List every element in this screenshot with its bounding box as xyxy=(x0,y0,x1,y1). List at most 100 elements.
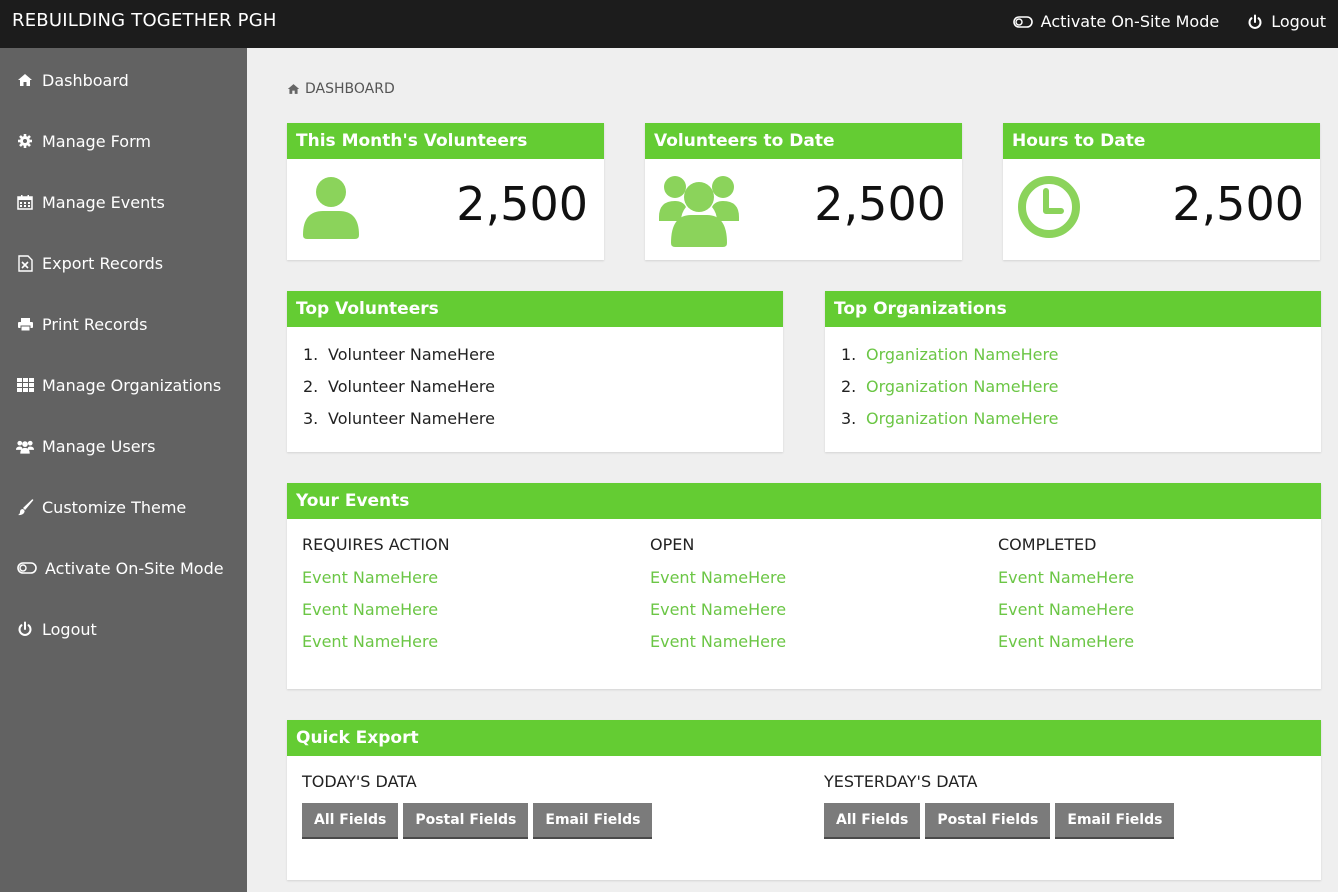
sidebar-item-customize-theme[interactable]: Customize Theme xyxy=(16,495,186,519)
sidebar-item-label: Manage Form xyxy=(42,131,151,151)
top-volunteers-list: 1. Volunteer NameHere 2. Volunteer NameHer… xyxy=(287,327,783,459)
list-item: 2. Organization NameHere xyxy=(841,377,1305,409)
list-item: 3. Volunteer NameHere xyxy=(303,409,767,441)
events-column-requires-action: REQUIRES ACTION Event NameHere Event Nam… xyxy=(302,535,632,664)
activate-onsite-mode-label: Activate On-Site Mode xyxy=(1040,12,1220,31)
event-link[interactable]: Event NameHere xyxy=(650,568,980,600)
top-actions: Activate On-Site Mode Logout xyxy=(1012,12,1326,31)
sidebar-item-label: Manage Organizations xyxy=(42,375,222,395)
power-icon xyxy=(16,620,34,638)
event-link[interactable]: Event NameHere xyxy=(650,632,980,664)
toggle-icon xyxy=(16,559,37,577)
calendar-icon xyxy=(16,193,34,211)
users-icon xyxy=(659,175,739,251)
your-events-card: Your Events REQUIRES ACTION Event NameHe… xyxy=(287,483,1321,689)
group-title: TODAY'S DATA xyxy=(302,772,417,791)
top-volunteers-card: Top Volunteers 1. Volunteer NameHere 2. Vo… xyxy=(287,291,783,452)
home-icon xyxy=(16,71,34,89)
group-title: YESTERDAY'S DATA xyxy=(824,772,978,791)
list-item: 1. Organization NameHere xyxy=(841,345,1305,377)
breadcrumb-label: DASHBOARD xyxy=(305,81,395,97)
sidebar-item-label: Export Records xyxy=(42,253,164,273)
sidebar-item-manage-events[interactable]: Manage Events xyxy=(16,190,165,214)
sidebar: Dashboard Manage Form Manage Events Expo… xyxy=(0,48,247,892)
sidebar-item-activate-onsite-mode[interactable]: Activate On-Site Mode xyxy=(16,556,224,580)
print-icon xyxy=(16,315,34,333)
sidebar-item-manage-users[interactable]: Manage Users xyxy=(16,434,155,458)
today-postal-fields-button[interactable]: Postal Fields xyxy=(403,803,529,839)
top-organizations-card: Top Organizations 1. Organization NameHer… xyxy=(825,291,1321,452)
event-link[interactable]: Event NameHere xyxy=(302,568,632,600)
volunteer-name: Volunteer NameHere xyxy=(328,409,495,428)
stat-card-title: Volunteers to Date xyxy=(645,123,962,159)
today-email-fields-button[interactable]: Email Fields xyxy=(533,803,653,839)
event-link[interactable]: Event NameHere xyxy=(650,600,980,632)
events-column-open: OPEN Event NameHere Event NameHere Event… xyxy=(650,535,980,664)
column-title: OPEN xyxy=(650,535,695,554)
column-title: REQUIRES ACTION xyxy=(302,535,450,554)
volunteer-name: Volunteer NameHere xyxy=(328,377,495,396)
sidebar-item-logout[interactable]: Logout xyxy=(16,617,97,641)
list-item: 1. Volunteer NameHere xyxy=(303,345,767,377)
stat-card-title: This Month's Volunteers xyxy=(287,123,604,159)
organization-link[interactable]: Organization NameHere xyxy=(866,377,1059,409)
power-icon xyxy=(1247,14,1263,30)
organization-link[interactable]: Organization NameHere xyxy=(866,345,1059,377)
yesterday-all-fields-button[interactable]: All Fields xyxy=(824,803,921,839)
today-all-fields-button[interactable]: All Fields xyxy=(302,803,399,839)
event-link[interactable]: Event NameHere xyxy=(998,600,1308,632)
sidebar-item-label: Activate On-Site Mode xyxy=(45,558,224,578)
stat-value: 2,500 xyxy=(456,177,588,231)
breadcrumb: DASHBOARD xyxy=(287,81,395,97)
sidebar-item-dashboard[interactable]: Dashboard xyxy=(16,68,129,92)
sidebar-item-label: Print Records xyxy=(42,314,148,334)
export-group-yesterday: YESTERDAY'S DATA All Fields Postal Field… xyxy=(824,772,1176,839)
excel-file-icon xyxy=(16,254,34,272)
event-link[interactable]: Event NameHere xyxy=(998,568,1308,600)
top-navbar: REBUILDING TOGETHER PGH Activate On-Site… xyxy=(0,0,1338,48)
organization-link[interactable]: Organization NameHere xyxy=(866,409,1059,441)
clock-icon xyxy=(1017,175,1081,243)
card-title: Quick Export xyxy=(287,720,1321,756)
quick-export-card: Quick Export TODAY'S DATA All Fields Pos… xyxy=(287,720,1321,880)
yesterday-postal-fields-button[interactable]: Postal Fields xyxy=(925,803,1051,839)
button-row: All Fields Postal Fields Email Fields xyxy=(824,803,1176,839)
stat-card-month-volunteers: This Month's Volunteers 2,500 xyxy=(287,123,604,260)
top-organizations-list: 1. Organization NameHere 2. Organization N… xyxy=(825,327,1321,459)
stat-value: 2,500 xyxy=(1172,177,1304,231)
yesterday-email-fields-button[interactable]: Email Fields xyxy=(1055,803,1175,839)
card-title: Top Volunteers xyxy=(287,291,783,327)
sidebar-item-print-records[interactable]: Print Records xyxy=(16,312,148,336)
events-column-completed: COMPLETED Event NameHere Event NameHere … xyxy=(998,535,1308,664)
list-item: 3. Organization NameHere xyxy=(841,409,1305,441)
logout-button[interactable]: Logout xyxy=(1247,12,1326,31)
event-link[interactable]: Event NameHere xyxy=(998,632,1308,664)
sidebar-item-label: Customize Theme xyxy=(42,497,187,517)
button-row: All Fields Postal Fields Email Fields xyxy=(302,803,654,839)
stat-card-title: Hours to Date xyxy=(1003,123,1320,159)
event-link[interactable]: Event NameHere xyxy=(302,632,632,664)
toggle-icon xyxy=(1012,15,1033,28)
gear-icon xyxy=(16,132,34,150)
sidebar-item-label: Manage Events xyxy=(42,192,165,212)
activate-onsite-mode-button[interactable]: Activate On-Site Mode xyxy=(1012,12,1220,31)
logout-label: Logout xyxy=(1271,12,1326,31)
sidebar-item-manage-form[interactable]: Manage Form xyxy=(16,129,151,153)
brand-title[interactable]: REBUILDING TOGETHER PGH xyxy=(12,10,277,31)
sidebar-item-label: Manage Users xyxy=(42,436,156,456)
home-icon xyxy=(287,83,300,95)
grid-icon xyxy=(16,376,34,394)
list-item: 2. Volunteer NameHere xyxy=(303,377,767,409)
sidebar-item-export-records[interactable]: Export Records xyxy=(16,251,163,275)
volunteer-name: Volunteer NameHere xyxy=(328,345,495,364)
event-link[interactable]: Event NameHere xyxy=(302,600,632,632)
stat-card-volunteers-to-date: Volunteers to Date 2,500 xyxy=(645,123,962,260)
sidebar-item-label: Dashboard xyxy=(42,70,129,90)
users-icon xyxy=(16,437,34,455)
column-title: COMPLETED xyxy=(998,535,1097,554)
stat-card-hours-to-date: Hours to Date 2,500 xyxy=(1003,123,1320,260)
sidebar-item-label: Logout xyxy=(42,619,97,639)
card-title: Your Events xyxy=(287,483,1321,519)
sidebar-item-manage-organizations[interactable]: Manage Organizations xyxy=(16,373,221,397)
brush-icon xyxy=(16,498,34,516)
